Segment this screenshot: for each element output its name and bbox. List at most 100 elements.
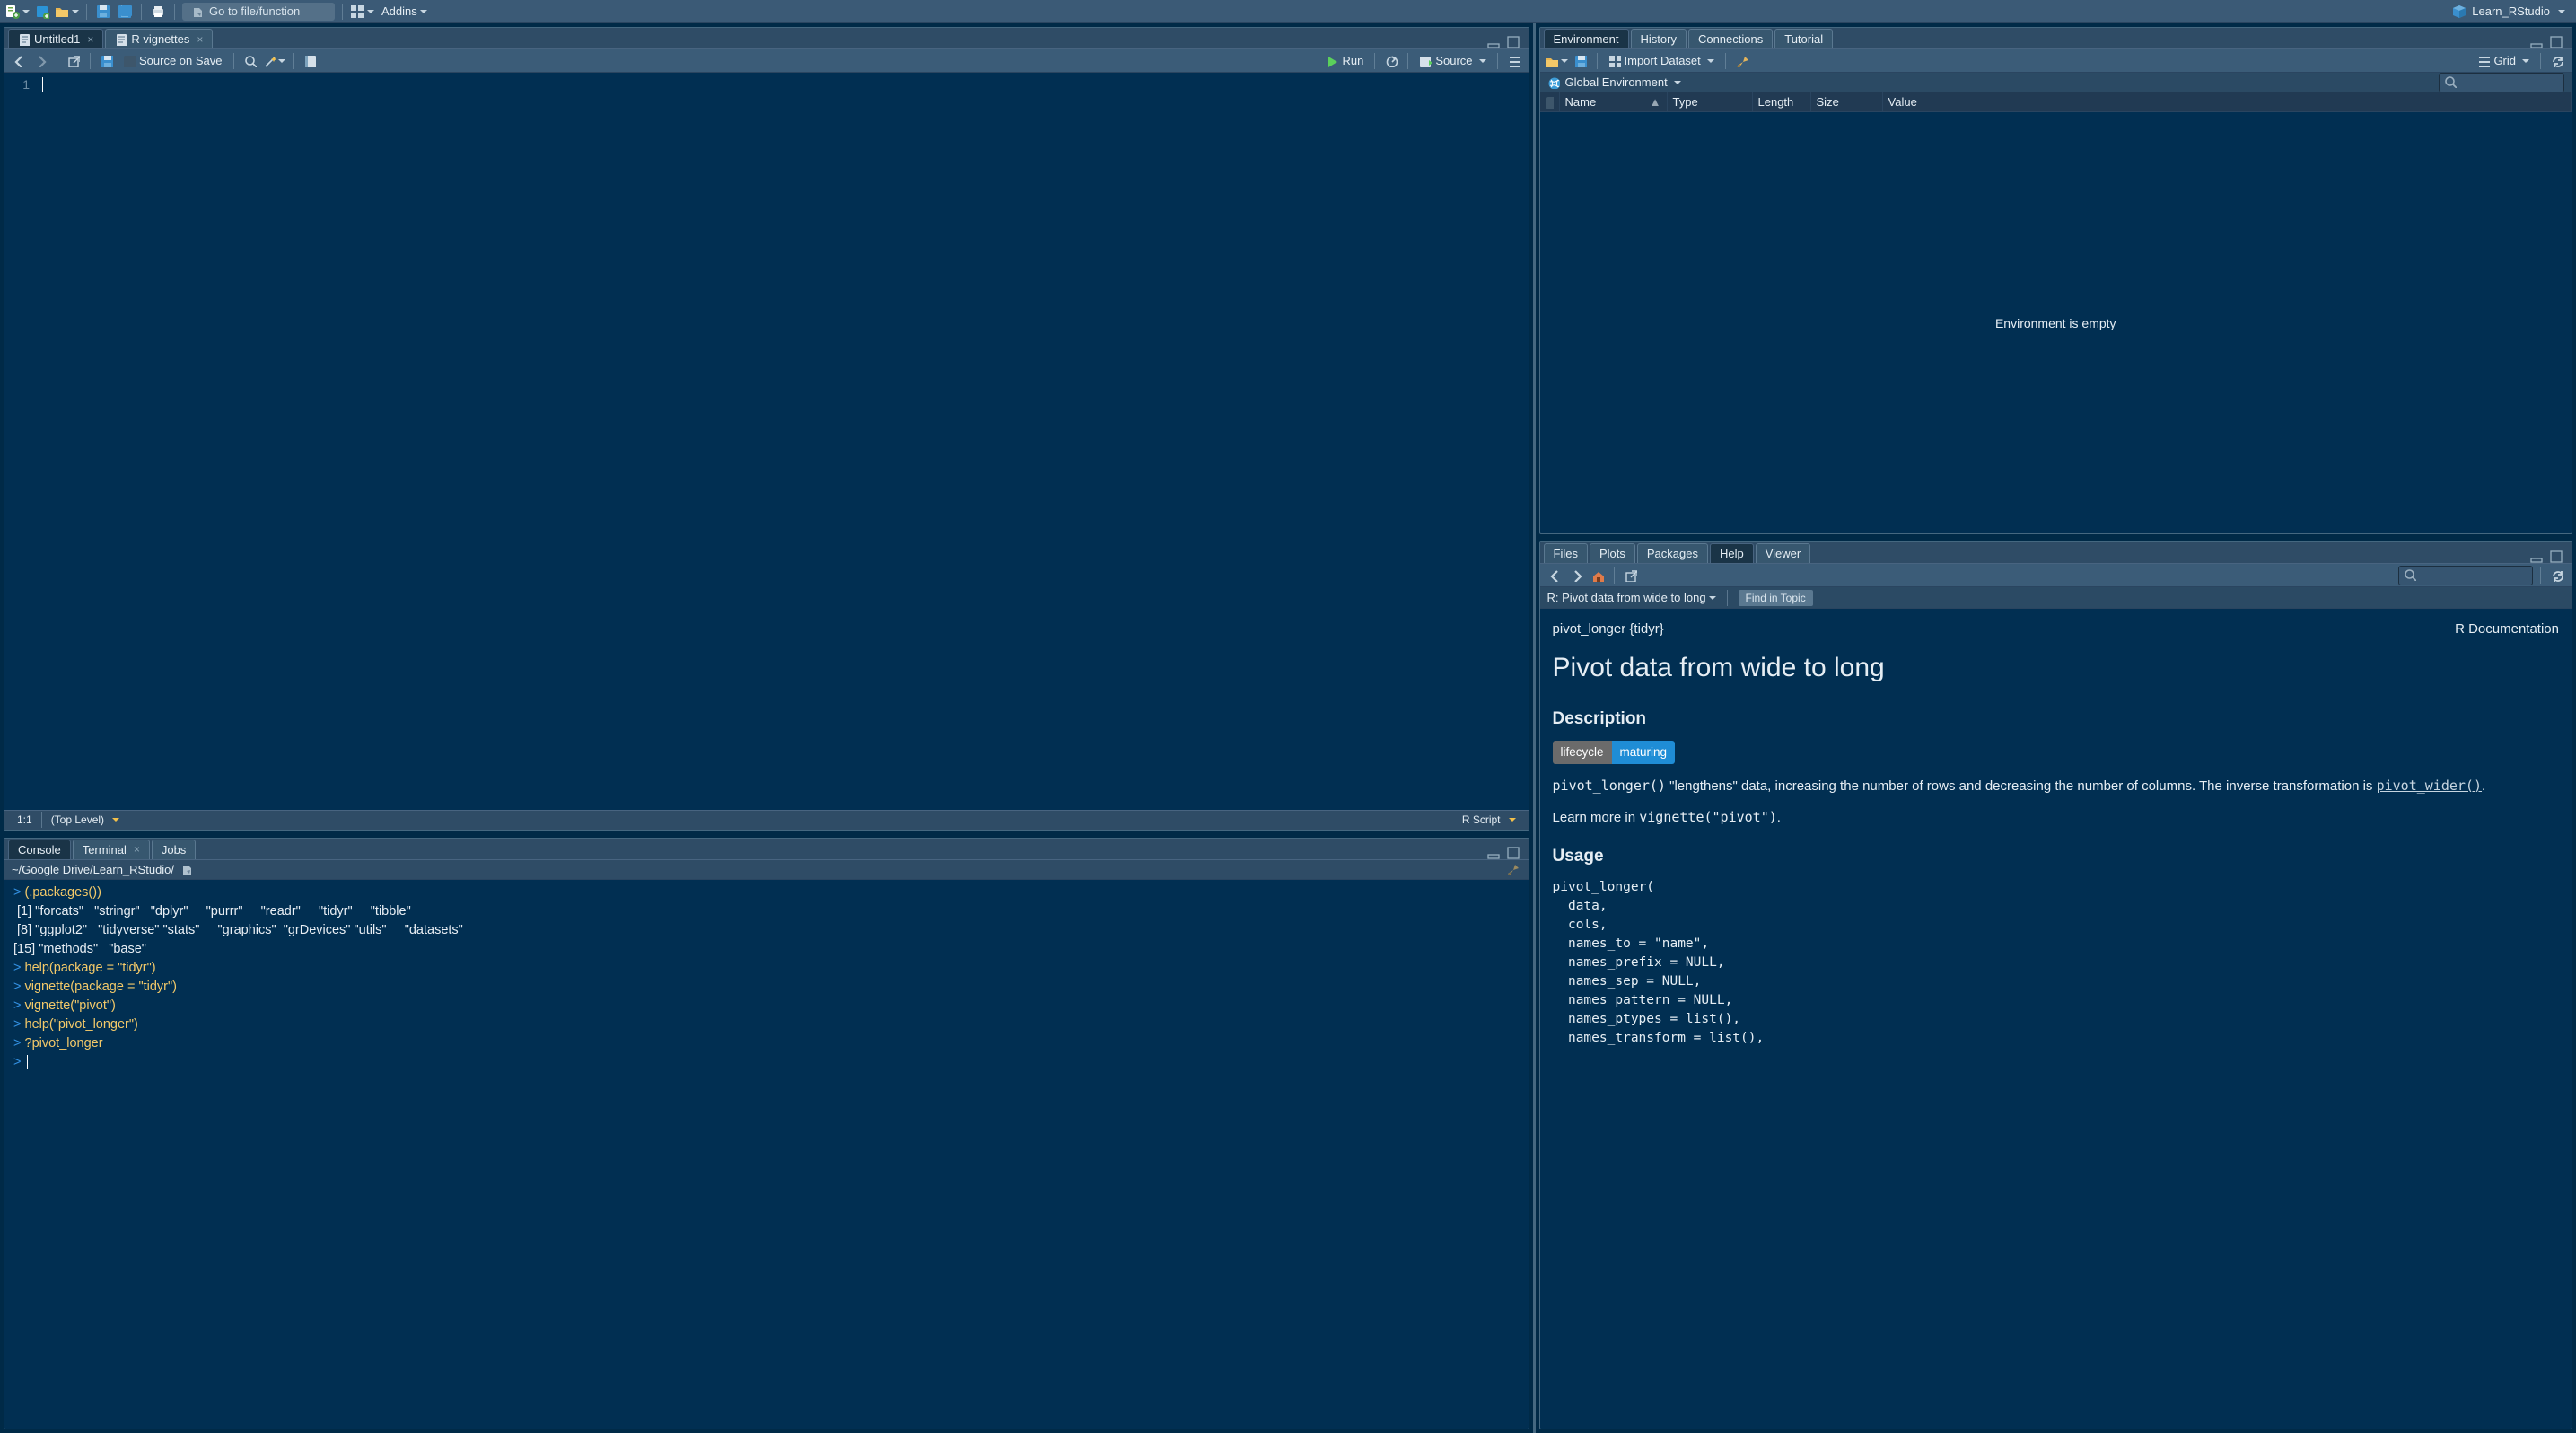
minimize-pane-icon[interactable] bbox=[1487, 847, 1502, 857]
packages-tab[interactable]: Packages bbox=[1637, 543, 1708, 563]
env-search[interactable] bbox=[2439, 73, 2564, 92]
console-output[interactable]: > (.packages()) [1] "forcats" "stringr" … bbox=[4, 880, 1529, 1429]
close-icon[interactable]: × bbox=[87, 33, 93, 46]
open-file-button[interactable] bbox=[55, 3, 79, 21]
rerun-button[interactable] bbox=[1382, 52, 1400, 70]
files-tab[interactable]: Files bbox=[1544, 543, 1588, 563]
minimize-pane-icon[interactable] bbox=[1487, 36, 1502, 47]
clear-workspace-button[interactable] bbox=[1733, 52, 1751, 70]
minimize-pane-icon[interactable] bbox=[2530, 36, 2545, 47]
goto-file-function[interactable]: Go to file/function bbox=[182, 3, 335, 21]
pane-layout-button[interactable] bbox=[350, 3, 374, 21]
scope-selector[interactable]: (Top Level) bbox=[46, 813, 125, 826]
save-workspace-button[interactable] bbox=[1572, 52, 1590, 70]
help-home-button[interactable] bbox=[1589, 567, 1607, 585]
pivot-wider-link[interactable]: pivot_wider() bbox=[2377, 778, 2482, 794]
maximize-pane-icon[interactable] bbox=[1507, 847, 1521, 857]
close-icon[interactable]: × bbox=[134, 843, 140, 856]
outline-button[interactable] bbox=[1505, 52, 1523, 70]
maximize-pane-icon[interactable] bbox=[1507, 36, 1521, 47]
project-menu[interactable]: Learn_RStudio bbox=[2447, 4, 2571, 19]
source-on-save-toggle[interactable]: Source on Save bbox=[119, 52, 226, 70]
console-path-bar: ~/Google Drive/Learn_RStudio/ bbox=[4, 860, 1529, 880]
jobs-tab[interactable]: Jobs bbox=[152, 840, 196, 859]
history-tab[interactable]: History bbox=[1631, 29, 1687, 48]
env-tabbar: Environment History Connections Tutorial bbox=[1540, 28, 2572, 49]
save-all-button[interactable] bbox=[116, 3, 134, 21]
source-menu-button[interactable]: Source bbox=[1415, 52, 1489, 70]
new-project-button[interactable] bbox=[33, 3, 51, 21]
console-tabbar: Console Terminal× Jobs bbox=[4, 839, 1529, 860]
source-editor[interactable]: 1 bbox=[4, 73, 1529, 810]
editor-text-area[interactable] bbox=[37, 73, 1529, 810]
compile-report-button[interactable] bbox=[301, 52, 319, 70]
environment-pane: Environment History Connections Tutorial… bbox=[1539, 27, 2572, 534]
col-type[interactable]: Type bbox=[1668, 92, 1753, 111]
find-in-topic[interactable]: Find in Topic bbox=[1739, 590, 1813, 606]
col-size[interactable]: Size bbox=[1811, 92, 1883, 111]
nav-back-button[interactable] bbox=[10, 52, 28, 70]
plots-tab[interactable]: Plots bbox=[1590, 543, 1635, 563]
source-on-save-label: Source on Save bbox=[139, 54, 223, 67]
source-tab-untitled1[interactable]: Untitled1 × bbox=[8, 29, 103, 48]
help-forward-button[interactable] bbox=[1567, 567, 1585, 585]
help-tab[interactable]: Help bbox=[1710, 543, 1754, 563]
view-mode-button[interactable]: Grid bbox=[2474, 52, 2533, 70]
run-label: Run bbox=[1342, 54, 1363, 67]
help-breadcrumb[interactable]: R: Pivot data from wide to long bbox=[1547, 591, 1716, 604]
source-tab-vignettes[interactable]: R vignettes × bbox=[105, 29, 213, 48]
checkbox-header[interactable] bbox=[1540, 92, 1560, 111]
cursor-position[interactable]: 1:1 bbox=[12, 813, 38, 826]
new-file-button[interactable] bbox=[5, 3, 30, 21]
help-popout-button[interactable] bbox=[1622, 567, 1640, 585]
col-value[interactable]: Value bbox=[1883, 92, 2572, 111]
console-tab[interactable]: Console bbox=[8, 840, 71, 859]
rscript-icon bbox=[18, 33, 31, 46]
refresh-env-button[interactable] bbox=[2548, 52, 2566, 70]
col-name[interactable]: Name▲ bbox=[1560, 92, 1668, 111]
load-workspace-button[interactable] bbox=[1546, 52, 1568, 70]
source-toolbar: Source on Save Run Source bbox=[4, 49, 1529, 73]
help-back-button[interactable] bbox=[1546, 567, 1564, 585]
nav-forward-button[interactable] bbox=[31, 52, 49, 70]
find-replace-button[interactable] bbox=[241, 52, 259, 70]
save-button[interactable] bbox=[94, 3, 112, 21]
working-directory[interactable]: ~/Google Drive/Learn_RStudio/ bbox=[12, 863, 174, 876]
view-wd-button[interactable] bbox=[178, 860, 196, 878]
addins-menu[interactable]: Addins bbox=[378, 3, 431, 21]
import-dataset-button[interactable]: Import Dataset bbox=[1605, 52, 1718, 70]
save-source-button[interactable] bbox=[98, 52, 116, 70]
console-line: [15] "methods" "base" bbox=[13, 940, 1520, 959]
close-icon[interactable]: × bbox=[197, 33, 203, 46]
tutorial-tab[interactable]: Tutorial bbox=[1774, 29, 1833, 48]
env-search-input[interactable] bbox=[2439, 73, 2564, 92]
viewer-tab[interactable]: Viewer bbox=[1756, 543, 1811, 563]
show-in-new-window-button[interactable] bbox=[65, 52, 83, 70]
print-button[interactable] bbox=[149, 3, 167, 21]
maximize-pane-icon[interactable] bbox=[2550, 36, 2564, 47]
help-refresh-button[interactable] bbox=[2548, 567, 2566, 585]
left-column: Untitled1 × R vignettes × bbox=[0, 23, 1536, 1433]
terminal-tab[interactable]: Terminal× bbox=[73, 840, 150, 859]
run-button[interactable]: Run bbox=[1322, 52, 1367, 70]
section-description: Description bbox=[1553, 707, 2559, 732]
maximize-pane-icon[interactable] bbox=[2550, 550, 2564, 561]
connections-tab[interactable]: Connections bbox=[1688, 29, 1773, 48]
source-icon bbox=[1419, 55, 1432, 67]
console-line: > bbox=[13, 1053, 1520, 1072]
language-selector[interactable]: R Script bbox=[1457, 813, 1521, 826]
col-length[interactable]: Length bbox=[1753, 92, 1811, 111]
env-scope-bar: Global Environment bbox=[1540, 73, 2572, 92]
scope-selector[interactable]: Global Environment bbox=[1565, 75, 1681, 89]
help-description: pivot_longer() "lengthens" data, increas… bbox=[1553, 777, 2559, 796]
help-search[interactable] bbox=[2398, 566, 2533, 585]
help-search-input[interactable] bbox=[2398, 566, 2533, 585]
lifecycle-badge: lifecycle maturing bbox=[1553, 741, 2559, 764]
help-content[interactable]: pivot_longer {tidyr} R Documentation Piv… bbox=[1540, 609, 2572, 1429]
minimize-pane-icon[interactable] bbox=[2530, 550, 2545, 561]
code-tools-button[interactable] bbox=[263, 52, 285, 70]
search-icon bbox=[2404, 568, 2416, 581]
clear-console-button[interactable] bbox=[1503, 860, 1521, 878]
env-body: Environment is empty bbox=[1540, 112, 2572, 533]
environment-tab[interactable]: Environment bbox=[1544, 29, 1629, 48]
